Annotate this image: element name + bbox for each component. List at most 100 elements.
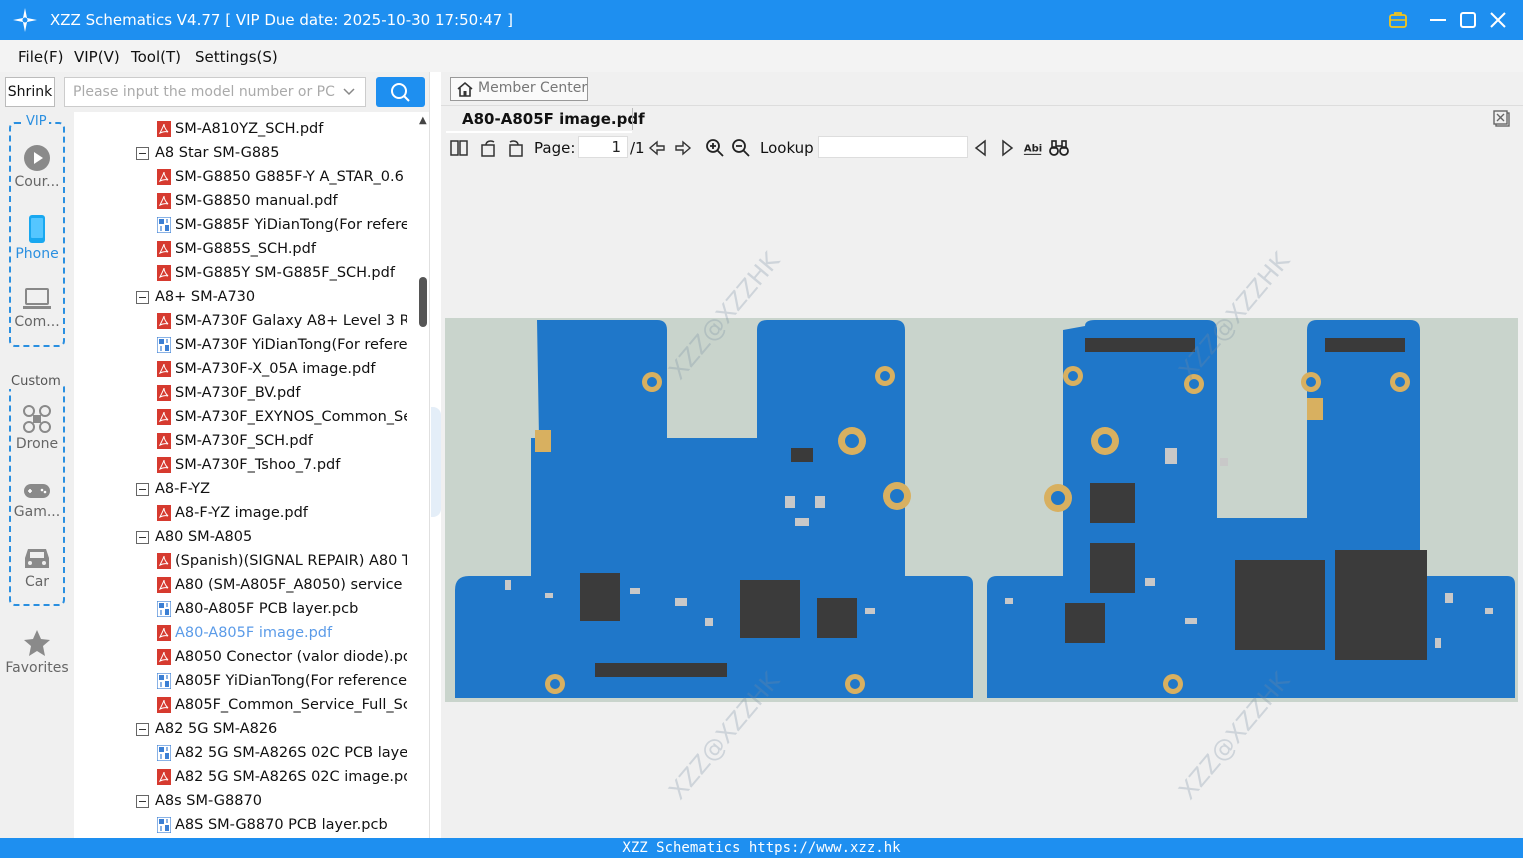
menu-vip[interactable]: VIP(V)	[74, 48, 120, 66]
menu-bar: File(F) VIP(V) Tool(T) Settings(S)	[0, 40, 1523, 72]
tree-file[interactable]: A8S SM-G8870 PCB layer.pcb	[74, 813, 409, 837]
rail-item-label: Favorites	[5, 660, 69, 676]
collapse-toggle-icon[interactable]	[136, 147, 149, 160]
collapse-panel-handle[interactable]	[431, 407, 441, 517]
zoom-out-icon[interactable]	[731, 138, 751, 158]
tree-file[interactable]: SM-A730F_Tshoo_7.pdf	[74, 453, 409, 477]
title-bar: XZZ Schematics V4.77 [ VIP Due date: 202…	[0, 0, 1523, 40]
page-number-input[interactable]: 1	[578, 136, 628, 158]
tree-file-label: A805F_Common_Service_Full_Sche	[175, 697, 409, 713]
tree-file-label: SM-G885S_SCH.pdf	[175, 241, 316, 257]
pdf-viewer[interactable]: XZZ@XZZHK XZZ@XZZHK XZZ@XZZHK XZZ@XZZHK	[441, 162, 1523, 838]
collapse-toggle-icon[interactable]	[136, 531, 149, 544]
scrollbar-thumb[interactable]	[419, 277, 427, 327]
collapse-toggle-icon[interactable]	[136, 723, 149, 736]
find-next-icon[interactable]	[997, 138, 1017, 158]
lookup-input[interactable]	[818, 136, 968, 158]
tab-indicator	[446, 131, 632, 133]
rail-item-computer[interactable]: Com...	[0, 286, 74, 330]
tree-file[interactable]: A805F YiDianTong(For reference o	[74, 669, 409, 693]
tree-file[interactable]: SM-G885F YiDianTong(For referen	[74, 213, 409, 237]
model-search-combobox[interactable]	[64, 77, 366, 107]
shrink-button[interactable]: Shrink	[5, 77, 55, 107]
collapse-toggle-icon[interactable]	[136, 795, 149, 808]
pdf-file-icon	[157, 265, 171, 281]
collapse-toggle-icon[interactable]	[136, 483, 149, 496]
close-document-icon[interactable]	[1493, 110, 1511, 128]
tree-file[interactable]: SM-A730F_SCH.pdf	[74, 429, 409, 453]
tree-file[interactable]: A80-A805F image.pdf	[74, 621, 409, 645]
tree-file-label: SM-A810YZ_SCH.pdf	[175, 121, 324, 137]
match-case-icon[interactable]: Abi	[1023, 138, 1043, 158]
tree-file[interactable]: SM-G8850 G885F-Y A_STAR_0.6 im	[74, 165, 409, 189]
scroll-up-icon[interactable]: ▲	[419, 115, 427, 126]
rail-item-favorites[interactable]: Favorites	[0, 628, 74, 676]
vip-badge-icon[interactable]	[1386, 8, 1410, 32]
binoculars-icon[interactable]	[1049, 138, 1069, 158]
tree-file[interactable]: SM-A730F Galaxy A8+ Level 3 Rep	[74, 309, 409, 333]
pdf-file-icon	[157, 505, 171, 521]
rail-item-label: Com...	[14, 314, 60, 330]
rail-item-courses[interactable]: Cour...	[0, 144, 74, 190]
minimize-button[interactable]	[1426, 8, 1450, 32]
tree-file[interactable]: SM-A730F_BV.pdf	[74, 381, 409, 405]
tree-file[interactable]: A80 (SM-A805F_A8050) service ma	[74, 573, 409, 597]
two-page-icon[interactable]	[449, 138, 469, 158]
status-bar: XZZ Schematics https://www.xzz.hk	[0, 838, 1523, 858]
rotate-right-icon[interactable]	[505, 138, 525, 158]
rotate-left-icon[interactable]	[479, 138, 499, 158]
tree-file-label: SM-A730F_Tshoo_7.pdf	[175, 457, 341, 473]
search-button[interactable]	[376, 77, 425, 107]
arrow-right-icon[interactable]	[673, 138, 693, 158]
rail-item-label: Drone	[15, 436, 59, 452]
pdf-file-icon	[157, 649, 171, 665]
rail-item-drone[interactable]: Drone	[0, 404, 74, 452]
lookup-label: Lookup	[760, 139, 814, 157]
tree-file-label: SM-A730F-X_05A image.pdf	[175, 361, 376, 377]
menu-file[interactable]: File(F)	[18, 48, 63, 66]
tree-file[interactable]: SM-A730F_EXYNOS_Common_Serv	[74, 405, 409, 429]
rail-item-phone[interactable]: Phone	[0, 214, 74, 262]
tree-file[interactable]: SM-G8850 manual.pdf	[74, 189, 409, 213]
app-logo-icon	[13, 8, 37, 32]
tree-file[interactable]: A82 5G SM-A826S 02C PCB layer.p	[74, 741, 409, 765]
tree-file[interactable]: SM-A730F-X_05A image.pdf	[74, 357, 409, 381]
tree-scrollbar[interactable]: ▲	[407, 112, 429, 838]
tree-file[interactable]: SM-G885S_SCH.pdf	[74, 237, 409, 261]
play-icon	[24, 145, 50, 171]
rail-item-game[interactable]: Gam...	[0, 480, 74, 520]
tree-file-label: A8S SM-G8870 PCB layer.pcb	[175, 817, 388, 833]
rail-item-car[interactable]: Car	[0, 544, 74, 590]
tree-file[interactable]: (Spanish)(SIGNAL REPAIR) A80 TEF	[74, 549, 409, 573]
menu-settings[interactable]: Settings(S)	[195, 48, 278, 66]
tree-file[interactable]: A805F_Common_Service_Full_Sche	[74, 693, 409, 717]
tree-group[interactable]: A8 Star SM-G885	[74, 141, 409, 165]
tree-file[interactable]: A8050 Conector (valor diode).pdf	[74, 645, 409, 669]
tree-group[interactable]: A8-F-YZ	[74, 477, 409, 501]
panel-splitter[interactable]	[429, 72, 441, 838]
member-center-button[interactable]: Member Center	[450, 77, 588, 101]
tree-file[interactable]: SM-A730F YiDianTong(For referen	[74, 333, 409, 357]
tree-group[interactable]: A8s SM-G8870	[74, 789, 409, 813]
search-input[interactable]	[65, 78, 335, 106]
arrow-left-icon[interactable]	[647, 138, 667, 158]
tree-file[interactable]: SM-A810YZ_SCH.pdf	[74, 117, 409, 141]
close-button[interactable]	[1486, 8, 1510, 32]
collapse-toggle-icon[interactable]	[136, 291, 149, 304]
tree-file[interactable]: SM-G885Y SM-G885F_SCH.pdf	[74, 261, 409, 285]
zoom-in-icon[interactable]	[705, 138, 725, 158]
pdf-file-icon	[157, 361, 171, 377]
tree-file-label: SM-A730F YiDianTong(For referen	[175, 337, 409, 353]
tree-group[interactable]: A82 5G SM-A826	[74, 717, 409, 741]
tree-group[interactable]: A8+ SM-A730	[74, 285, 409, 309]
tab-document[interactable]: A80-A805F image.pdf	[462, 110, 645, 128]
pcb-photo	[455, 320, 1515, 698]
tree-file[interactable]: A82 5G SM-A826S 02C image.pdf	[74, 765, 409, 789]
tree-file[interactable]: A8-F-YZ image.pdf	[74, 501, 409, 525]
tree-file[interactable]: A80-A805F PCB layer.pcb	[74, 597, 409, 621]
chevron-down-icon[interactable]	[341, 84, 357, 100]
menu-tool[interactable]: Tool(T)	[131, 48, 181, 66]
tree-group[interactable]: A80 SM-A805	[74, 525, 409, 549]
maximize-button[interactable]	[1456, 8, 1480, 32]
find-previous-icon[interactable]	[971, 138, 991, 158]
